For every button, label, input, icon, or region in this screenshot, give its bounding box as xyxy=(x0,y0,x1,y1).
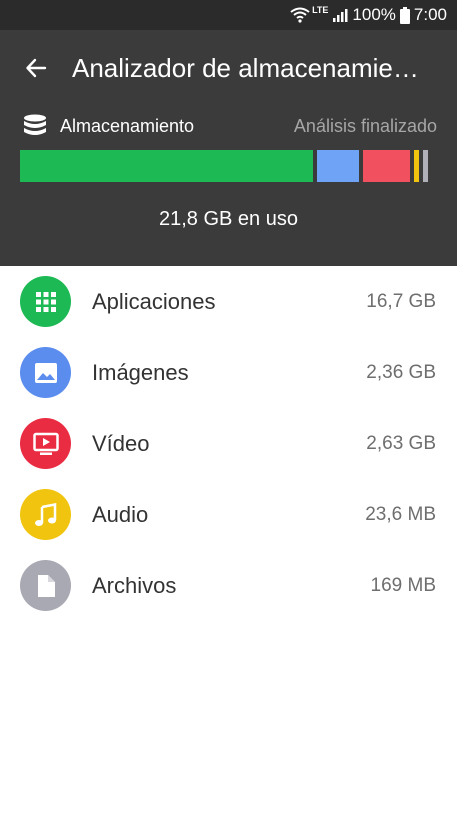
category-item-aplicaciones[interactable]: Aplicaciones 16,7 GB xyxy=(0,266,457,337)
file-icon xyxy=(37,574,55,597)
audio-icon-badge xyxy=(20,489,71,540)
usage-segment-imágenes xyxy=(317,150,359,182)
category-list: Aplicaciones 16,7 GB Imágenes 2,36 GB Ví… xyxy=(0,266,457,621)
category-item-imagenes[interactable]: Imágenes 2,36 GB xyxy=(0,337,457,408)
battery-icon xyxy=(399,6,410,24)
usage-segment-aplicaciones xyxy=(20,150,313,182)
category-label: Archivos xyxy=(92,572,177,598)
category-label: Imágenes xyxy=(92,359,189,385)
usage-segment-audio xyxy=(414,150,419,182)
video-icon-badge xyxy=(20,418,71,469)
signal-icon xyxy=(333,9,348,22)
video-icon xyxy=(32,432,59,455)
analysis-status: Análisis finalizado xyxy=(293,115,437,136)
usage-segment-vídeo xyxy=(363,150,410,182)
image-icon xyxy=(34,362,57,383)
storage-label: Almacenamiento xyxy=(60,115,195,136)
database-icon xyxy=(24,114,46,135)
category-item-video[interactable]: Vídeo 2,63 GB xyxy=(0,408,457,479)
music-note-icon xyxy=(34,502,56,526)
category-item-audio[interactable]: Audio 23,6 MB xyxy=(0,479,457,550)
category-label: Audio xyxy=(92,501,149,527)
category-size: 16,7 GB xyxy=(366,290,436,312)
storage-summary-row: Almacenamiento Análisis finalizado xyxy=(22,114,437,138)
category-label: Aplicaciones xyxy=(92,288,216,314)
app-header: Analizador de almacenamie… Almacenamient… xyxy=(0,30,457,266)
category-size: 23,6 MB xyxy=(365,503,436,525)
back-button[interactable] xyxy=(16,50,56,86)
clock: 7:00 xyxy=(413,5,447,24)
status-bar: LTE 100% 7:00 xyxy=(0,0,457,30)
category-label: Vídeo xyxy=(92,430,150,456)
status-icons: LTE 100% 7:00 xyxy=(290,0,447,30)
category-size: 2,36 GB xyxy=(366,361,436,383)
wifi-icon xyxy=(290,7,310,23)
network-type-label: LTE xyxy=(312,5,329,15)
category-item-archivos[interactable]: Archivos 169 MB xyxy=(0,550,457,621)
page-title: Analizador de almacenamie… xyxy=(72,53,419,83)
category-size: 169 MB xyxy=(370,574,436,596)
usage-segment-archivos xyxy=(423,150,428,182)
apps-grid-icon xyxy=(35,291,56,312)
battery-percentage: 100% xyxy=(352,5,396,24)
arrow-left-icon xyxy=(26,58,47,78)
images-icon-badge xyxy=(20,347,71,398)
files-icon-badge xyxy=(20,560,71,611)
storage-usage-bar xyxy=(20,150,437,182)
storage-used-text: 21,8 GB en uso xyxy=(159,208,298,230)
apps-icon-badge xyxy=(20,276,71,327)
category-size: 2,63 GB xyxy=(366,432,436,454)
